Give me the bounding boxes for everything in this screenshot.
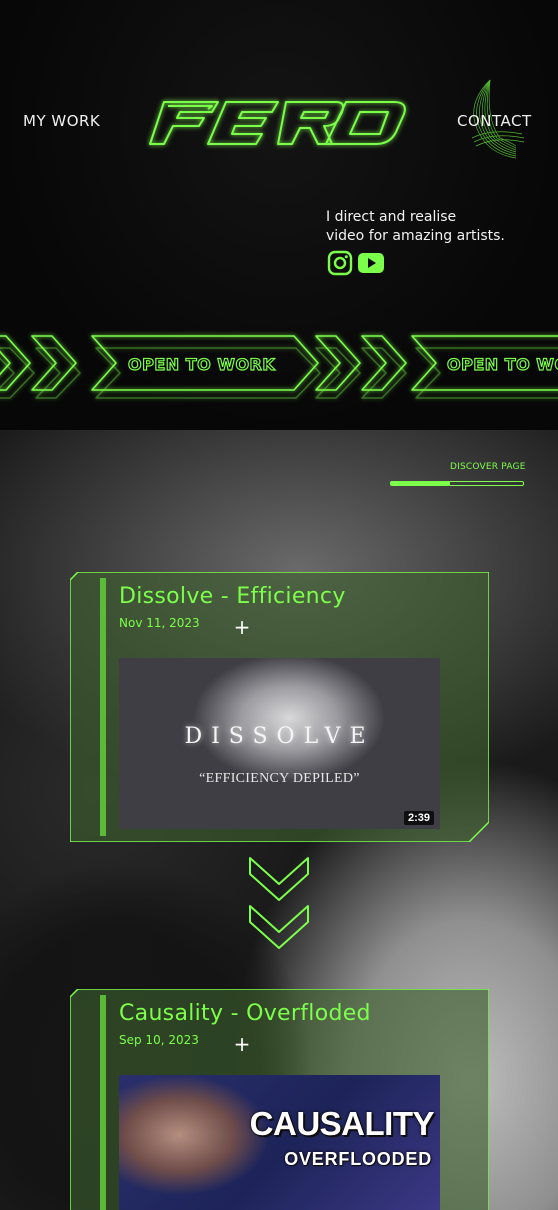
video-title[interactable]: Causality - Overfloded — [119, 1001, 371, 1026]
video-thumbnail[interactable]: CAUSALITY OVERFLOODED — [119, 1075, 440, 1210]
tagline-line-1: I direct and realise — [326, 209, 457, 225]
video-duration-badge: 2:39 — [403, 811, 434, 825]
expand-plus-icon[interactable]: + — [233, 1034, 251, 1054]
expand-plus-icon[interactable]: + — [233, 617, 251, 637]
youtube-icon[interactable] — [358, 250, 384, 276]
scroll-down-chevrons-icon[interactable] — [246, 856, 312, 960]
tagline-line-2: video for amazing artists. — [326, 228, 505, 244]
video-date: Nov 11, 2023 — [119, 616, 200, 630]
banner-label-1: OPEN TO WORK — [128, 355, 275, 374]
instagram-icon[interactable] — [327, 250, 353, 276]
ferd-logo[interactable] — [146, 96, 412, 150]
thumbnail-title: CAUSALITY — [249, 1105, 435, 1142]
thumbnail-subtitle: “EFFICIENCY DEPILED” — [199, 771, 360, 786]
banner-graphic: OPEN TO WORK OPEN TO WORK — [0, 335, 558, 399]
thumbnail-subtitle: OVERFLOODED — [284, 1149, 432, 1169]
nav-my-work-link[interactable]: MY WORK — [23, 112, 100, 130]
discover-progress-fill — [391, 482, 451, 485]
thumbnail-title: DISSOLVE — [184, 724, 375, 749]
discover-progress-bar — [390, 481, 524, 486]
nav-contact-link[interactable]: CONTACT — [457, 112, 532, 130]
discover-page-link[interactable]: DISCOVER PAGE — [450, 462, 526, 472]
video-title[interactable]: Dissolve - Efficiency — [119, 584, 346, 609]
tagline: I direct and realise video for amazing a… — [326, 208, 546, 246]
video-card[interactable]: Causality - Overfloded Sep 10, 2023 + CA… — [70, 989, 489, 1210]
open-to-work-banner: OPEN TO WORK OPEN TO WORK — [0, 328, 558, 404]
video-thumbnail[interactable]: DISSOLVE “EFFICIENCY DEPILED” 2:39 — [119, 658, 440, 829]
video-date: Sep 10, 2023 — [119, 1033, 199, 1047]
banner-label-2: OPEN TO WORK — [447, 355, 558, 374]
video-card[interactable]: Dissolve - Efficiency Nov 11, 2023 + DIS… — [70, 572, 489, 842]
